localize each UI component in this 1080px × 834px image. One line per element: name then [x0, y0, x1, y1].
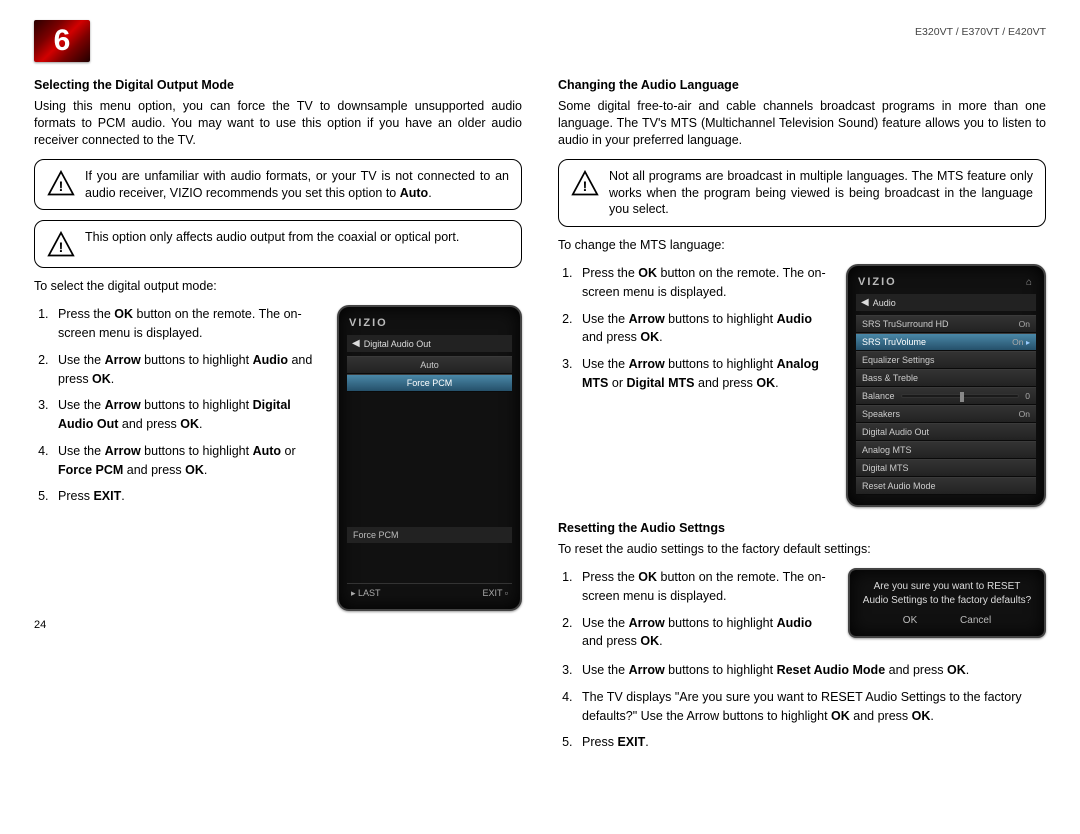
ui-selected-value: Force PCM — [347, 527, 512, 543]
vizio-logo: VIZIO — [349, 317, 388, 329]
tv-ui-audio-menu: VIZIO ⌂ ◀ Audio SRS TruSurround HDOn SRS T… — [846, 264, 1046, 507]
svg-text:!: ! — [59, 239, 64, 255]
breadcrumb: Digital Audio Out — [364, 339, 431, 349]
section-title-audio-language: Changing the Audio Language — [558, 78, 1046, 92]
svg-text:!: ! — [583, 178, 588, 194]
cancel-button-label: Cancel — [960, 615, 991, 626]
steps-mts: Press the OK button on the remote. The o… — [558, 264, 832, 393]
menu-row-digital-mts: Digital MTS — [856, 459, 1036, 477]
menu-row-digital-audio-out: Digital Audio Out — [856, 423, 1036, 441]
vizio-logo: VIZIO — [858, 276, 897, 288]
menu-row-srs-truvolume: SRS TruVolumeOn ▸ — [856, 333, 1036, 351]
menu-row-speakers: SpeakersOn — [856, 405, 1036, 423]
steps-digital-output: Press the OK button on the remote. The o… — [34, 305, 323, 506]
callout-text: Not all programs are broadcast in multip… — [609, 168, 1033, 219]
steps-reset-part1: Press the OK button on the remote. The o… — [558, 568, 834, 651]
callout-text: If you are unfamiliar with audio formats… — [85, 169, 509, 200]
lead-digital-output: To select the digital output mode: — [34, 278, 522, 295]
section-title-reset-audio: Resetting the Audio Settngs — [558, 521, 1046, 535]
back-arrow-icon: ◀ — [861, 297, 869, 308]
right-column: Changing the Audio Language Some digital… — [558, 74, 1046, 762]
page-number: 24 — [34, 619, 522, 631]
callout-suffix: . — [428, 186, 431, 200]
warning-icon: ! — [571, 170, 599, 198]
reset-confirm-message: Are you sure you want to RESET Audio Set… — [860, 580, 1034, 607]
breadcrumb: Audio — [873, 298, 896, 308]
tv-ui-reset-confirm: Are you sure you want to RESET Audio Set… — [848, 568, 1046, 638]
menu-row-srs-trusurround: SRS TruSurround HDOn — [856, 315, 1036, 333]
back-arrow-icon: ◀ — [352, 338, 360, 349]
callout-bold: Auto — [400, 186, 428, 200]
chapter-tab: 6 — [34, 20, 90, 62]
warning-icon: ! — [47, 170, 75, 198]
balance-slider — [901, 394, 1020, 398]
ok-button-label: OK — [903, 615, 917, 626]
lead-reset: To reset the audio settings to the facto… — [558, 541, 1046, 558]
exit-label: EXIT — [482, 588, 502, 598]
callout-text: This option only affects audio output fr… — [85, 229, 459, 246]
callout-mts-note: ! Not all programs are broadcast in mult… — [558, 159, 1046, 228]
section-title-digital-output: Selecting the Digital Output Mode — [34, 78, 522, 92]
menu-row-bass-treble: Bass & Treble — [856, 369, 1036, 387]
menu-row-balance: Balance0 — [856, 387, 1036, 405]
exit-glyph-icon: ▫ — [505, 588, 508, 598]
last-glyph-icon: ▸ — [351, 588, 356, 598]
menu-option-force-pcm: Force PCM — [347, 374, 512, 392]
chevron-right-icon: ▸ — [1026, 338, 1030, 347]
callout-auto-recommend: ! If you are unfamiliar with audio forma… — [34, 159, 522, 211]
model-line: E320VT / E370VT / E420VT — [915, 20, 1046, 38]
left-column: Selecting the Digital Output Mode Using … — [34, 74, 522, 762]
last-label: LAST — [358, 588, 381, 598]
intro-audio-language: Some digital free-to-air and cable chann… — [558, 98, 1046, 149]
lead-mts: To change the MTS language: — [558, 237, 1046, 254]
steps-reset-part2: Use the Arrow buttons to highlight Reset… — [558, 661, 1046, 752]
menu-option-auto: Auto — [347, 356, 512, 374]
menu-row-reset-audio-mode: Reset Audio Mode — [856, 477, 1036, 495]
tv-ui-digital-audio-out: VIZIO ◀Digital Audio Out Auto Force PCM … — [337, 305, 522, 611]
menu-row-equalizer: Equalizer Settings — [856, 351, 1036, 369]
warning-icon: ! — [47, 231, 75, 259]
intro-digital-output: Using this menu option, you can force th… — [34, 98, 522, 149]
callout-port-note: ! This option only affects audio output … — [34, 220, 522, 268]
home-icon: ⌂ — [1026, 277, 1034, 288]
svg-text:!: ! — [59, 178, 64, 194]
menu-row-analog-mts: Analog MTS — [856, 441, 1036, 459]
